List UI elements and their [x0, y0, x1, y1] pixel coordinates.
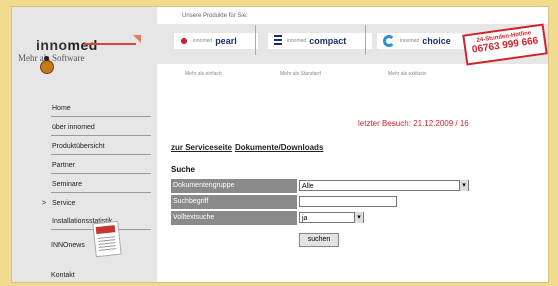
- sidebar-item-seminare[interactable]: Seminare: [51, 179, 151, 193]
- search-button[interactable]: suchen: [299, 233, 339, 247]
- search-title: Suche: [171, 165, 196, 174]
- compact-icon: [274, 35, 282, 47]
- dokumentengruppe-label: Dokumentengruppe: [171, 179, 297, 193]
- volltextsuche-label: Volltextsuche: [171, 211, 297, 225]
- product-choice[interactable]: innomed choice: [377, 33, 465, 49]
- sidebar-item-service[interactable]: > Service: [42, 198, 151, 211]
- link-serviceseite[interactable]: zur Serviceseite: [171, 143, 232, 152]
- suchbegriff-input[interactable]: [299, 196, 397, 207]
- sidebar: innomed Mehr als Software Home über inno…: [12, 7, 157, 282]
- divider: [255, 25, 256, 55]
- arrow-icon: >: [42, 200, 47, 207]
- product-choice-sub: Mehr als exklusiv: [388, 71, 427, 77]
- suchbegriff-label: Suchbegriff: [171, 195, 297, 209]
- product-compact[interactable]: innomed compact: [268, 33, 372, 49]
- logo-accent: [133, 35, 141, 43]
- sidebar-item-produktuebersicht[interactable]: Produktübersicht: [51, 141, 151, 155]
- dokumentengruppe-select[interactable]: Alle: [299, 180, 469, 191]
- sidebar-item-kontakt[interactable]: Kontakt: [51, 272, 75, 279]
- product-compact-sub: Mehr als Standard: [280, 71, 321, 77]
- innomed-logo[interactable]: innomed: [36, 37, 98, 53]
- pearl-icon: [180, 35, 188, 47]
- sidebar-nav: Home über innomed Produktübersicht Partn…: [42, 103, 151, 235]
- innonews-link[interactable]: INNOnews: [51, 242, 85, 249]
- link-dokumente-downloads[interactable]: Dokumente/Downloads: [235, 143, 323, 152]
- logo-underline: [84, 43, 136, 45]
- sidebar-item-home[interactable]: Home: [51, 103, 151, 117]
- page-frame: innomed Mehr als Software Home über inno…: [11, 6, 549, 283]
- newsletter-image[interactable]: [92, 220, 122, 258]
- product-pearl[interactable]: innomed pearl: [174, 33, 258, 49]
- sidebar-item-ueber-innomed[interactable]: über innomed: [51, 122, 151, 136]
- product-pearl-sub: Mehr als einfach: [185, 71, 222, 77]
- ladybug-icon: [40, 56, 54, 74]
- choice-icon: [383, 35, 395, 47]
- divider: [365, 25, 366, 55]
- service-links: zur Serviceseite Dokumente/Downloads: [171, 143, 326, 152]
- last-visit-text: letzter Besuch: 21.12.2009 / 16: [358, 119, 469, 128]
- products-intro: Unsere Produkte für Sie:: [182, 13, 248, 19]
- volltextsuche-select[interactable]: ja: [299, 212, 364, 223]
- sidebar-item-partner[interactable]: Partner: [51, 160, 151, 174]
